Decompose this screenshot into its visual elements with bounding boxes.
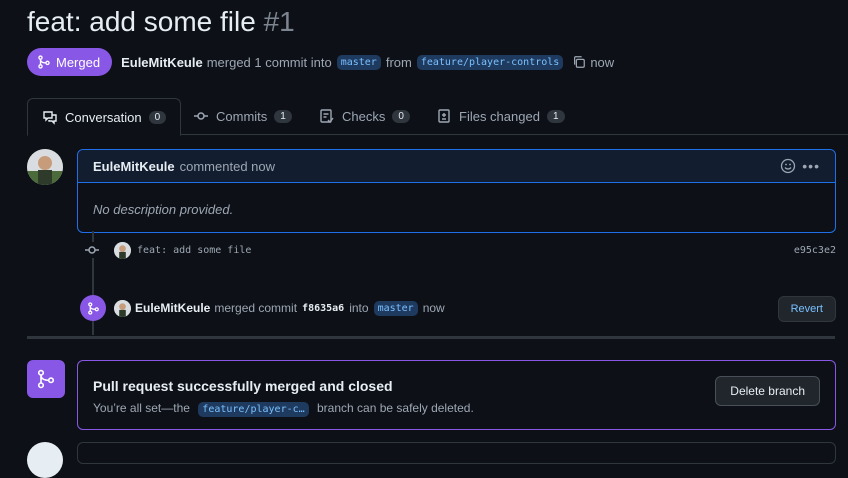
merge-desc-suffix: branch can be safely deleted.	[317, 401, 474, 415]
comment-discussion-icon	[43, 111, 57, 125]
comment-body: No description provided.	[93, 202, 234, 217]
merge-status-desc: You’re all set—the feature/player-c… bra…	[93, 401, 474, 417]
merge-desc-branch[interactable]: feature/player-c…	[198, 402, 309, 417]
comment-author-avatar[interactable]	[27, 149, 63, 185]
smiley-icon[interactable]	[780, 158, 796, 174]
tab-checks-count: 0	[392, 109, 410, 123]
status-author-link[interactable]: EuleMitKeule	[121, 55, 203, 70]
tab-conversation[interactable]: Conversation 0	[27, 98, 182, 136]
tab-files-changed-count: 1	[546, 109, 565, 123]
tab-files-changed[interactable]: Files changed 1	[436, 98, 565, 134]
commit-message-link[interactable]: feat: add some file	[137, 245, 251, 256]
copy-icon[interactable]	[572, 55, 586, 69]
pr-title: feat: add some file #1	[27, 6, 295, 38]
current-user-avatar	[27, 442, 63, 478]
tab-conversation-count: 0	[148, 110, 167, 124]
merge-author-avatar[interactable]	[114, 299, 131, 317]
tab-commits[interactable]: Commits 1	[193, 98, 292, 134]
merge-event-time: now	[422, 301, 445, 315]
comment-box: EuleMitKeule commented now ••• No descri…	[77, 149, 836, 233]
tab-checks-label: Checks	[342, 108, 386, 124]
checklist-icon	[320, 109, 334, 124]
delete-branch-button[interactable]: Delete branch	[715, 376, 820, 406]
tab-conversation-label: Conversation	[65, 109, 142, 125]
kebab-horizontal-icon[interactable]: •••	[802, 158, 820, 174]
commit-row: feat: add some file e95c3e2	[84, 239, 836, 261]
merge-base-branch[interactable]: master	[373, 300, 418, 316]
merge-author-link[interactable]: EuleMitKeule	[135, 301, 210, 315]
status-text-1: merged 1 commit into	[206, 54, 332, 70]
merge-event: EuleMitKeule merged commit f8635a6 into …	[80, 295, 836, 322]
git-merge-icon	[38, 55, 50, 69]
merge-event-text: merged commit	[214, 301, 298, 315]
merge-status-icon-box	[27, 360, 65, 398]
pr-tabs: Conversation 0 Commits 1 Checks 0 Files …	[27, 98, 848, 136]
merge-event-into: into	[349, 301, 369, 315]
head-branch[interactable]: feature/player-controls	[416, 54, 564, 70]
comment-action: commented now	[179, 158, 276, 174]
status-time: now	[590, 54, 615, 70]
status-text-2: from	[385, 54, 412, 70]
tab-files-changed-label: Files changed	[459, 108, 540, 124]
commit-sha-link[interactable]: e95c3e2	[794, 245, 836, 256]
git-merge-icon	[87, 301, 99, 315]
git-commit-icon	[84, 242, 100, 258]
timeline-divider	[27, 336, 835, 339]
commit-author-avatar[interactable]	[114, 241, 131, 259]
pr-title-text: feat: add some file	[27, 6, 256, 37]
git-merge-icon	[37, 369, 55, 389]
merge-desc-prefix: You’re all set—the	[93, 401, 190, 415]
tab-commits-count: 1	[274, 109, 292, 123]
pr-number: #1	[263, 6, 295, 37]
tab-checks[interactable]: Checks 0	[319, 98, 410, 134]
tab-commits-label: Commits	[216, 108, 268, 124]
pr-status-row: Merged EuleMitKeule merged 1 commit into…	[27, 48, 614, 76]
merge-status-box: Pull request successfully merged and clo…	[77, 360, 836, 430]
comment-header: EuleMitKeule commented now •••	[78, 150, 835, 183]
merged-badge-label: Merged	[56, 54, 101, 70]
revert-button[interactable]: Revert	[777, 296, 836, 322]
file-diff-icon	[438, 109, 450, 123]
merge-status-title: Pull request successfully merged and clo…	[93, 378, 393, 394]
new-comment-box	[77, 442, 836, 464]
git-commit-icon	[194, 112, 208, 120]
base-branch[interactable]: master	[336, 54, 381, 70]
merged-badge: Merged	[27, 48, 113, 76]
merge-event-badge	[80, 295, 106, 321]
comment-author-link[interactable]: EuleMitKeule	[93, 159, 175, 174]
merge-commit-sha-link[interactable]: f8635a6	[302, 303, 344, 314]
